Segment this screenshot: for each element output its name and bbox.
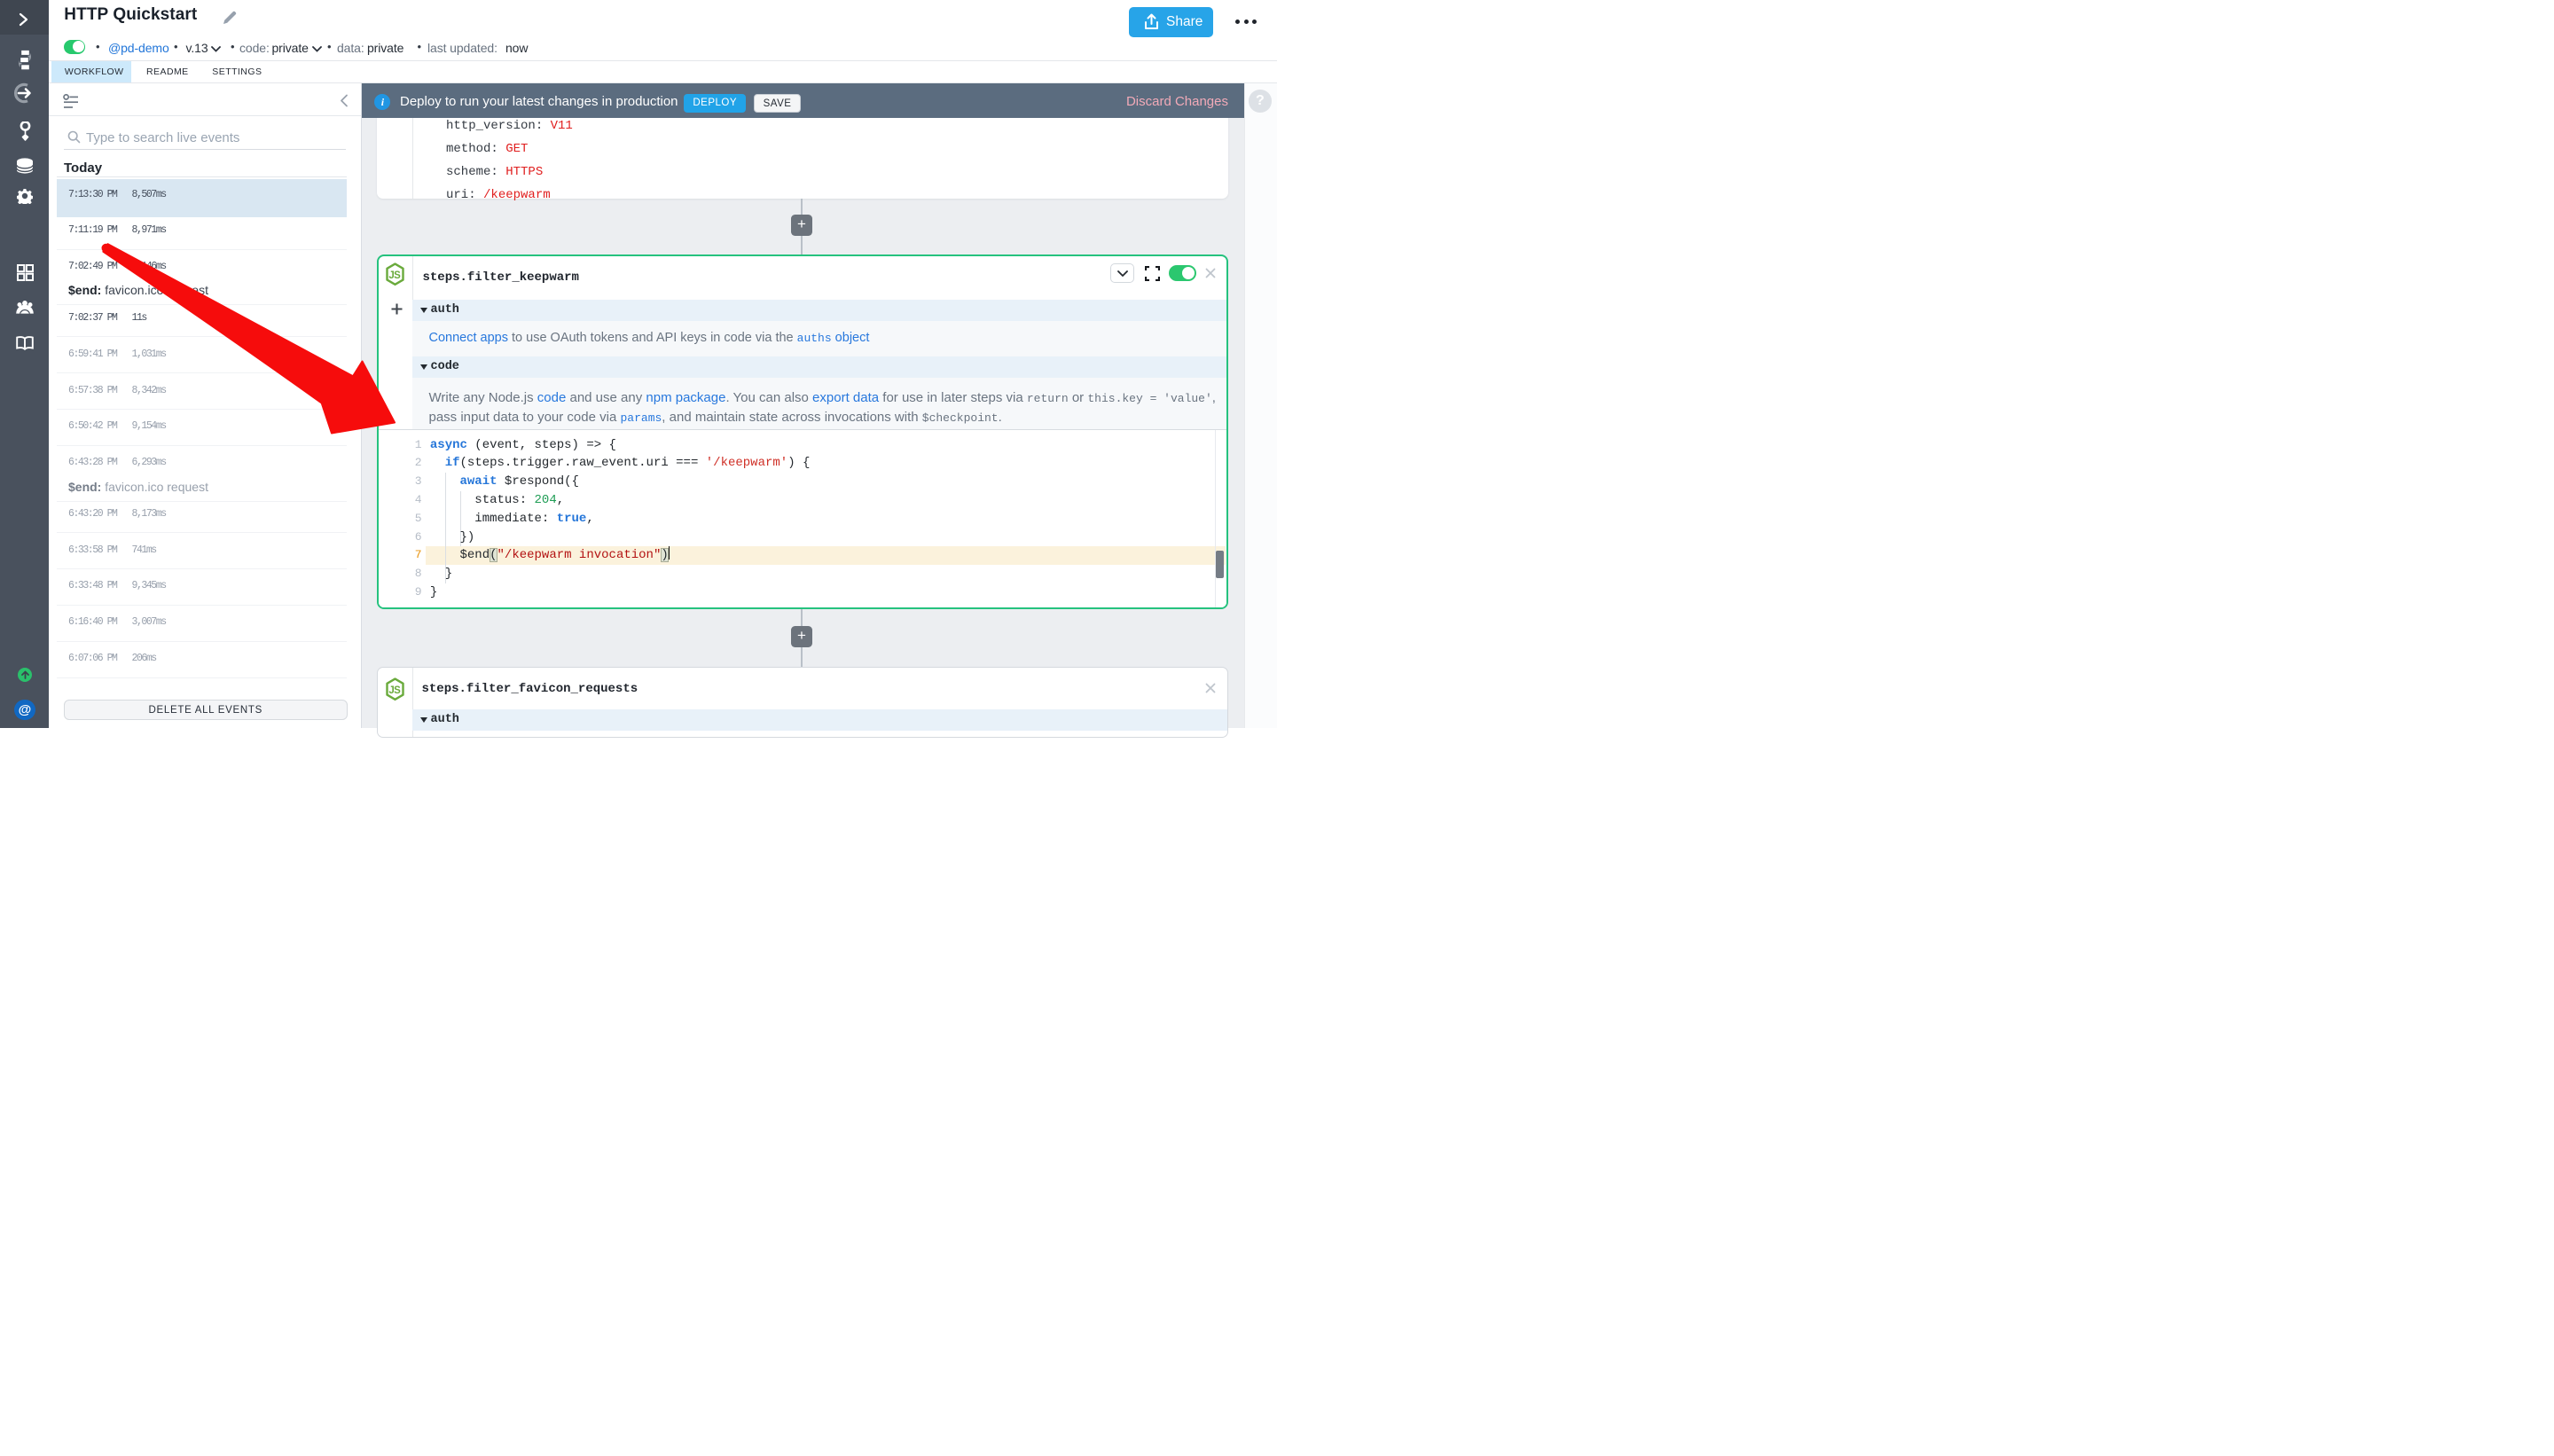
svg-text:JS: JS [388, 270, 401, 281]
svg-text:JS: JS [388, 685, 401, 696]
